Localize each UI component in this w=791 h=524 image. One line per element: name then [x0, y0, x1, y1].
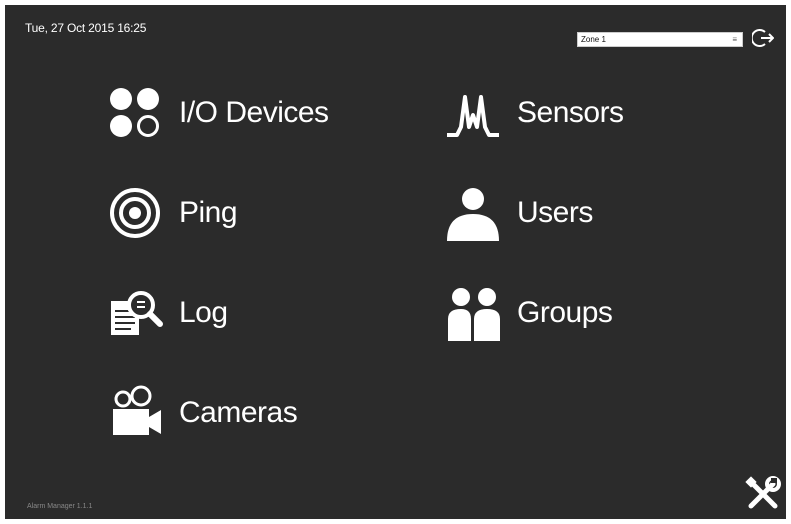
waveform-icon — [443, 83, 503, 143]
datetime-display: Tue, 27 Oct 2015 16:25 — [25, 21, 147, 35]
menu-item-cameras[interactable]: Cameras — [105, 383, 298, 443]
menu-item-ping[interactable]: Ping — [105, 183, 238, 243]
chevron-down-icon: ≡ — [732, 35, 737, 44]
camera-icon — [105, 383, 165, 443]
menu-label-ping: Ping — [179, 196, 238, 229]
menu-item-io-devices[interactable]: I/O Devices — [105, 83, 329, 143]
menu-label-groups: Groups — [517, 296, 613, 329]
menu-item-sensors[interactable]: Sensors — [443, 83, 624, 143]
menu-label-cameras: Cameras — [179, 396, 298, 429]
menu-item-log[interactable]: Log — [105, 283, 228, 343]
log-search-icon — [105, 283, 165, 343]
menu-item-users[interactable]: Users — [443, 183, 593, 243]
zone-select[interactable]: Zone 1 ≡ — [577, 32, 743, 47]
logout-icon — [750, 29, 775, 47]
tools-icon — [745, 476, 781, 509]
group-icon — [443, 283, 503, 343]
zone-select-value: Zone 1 — [581, 35, 606, 44]
user-icon — [443, 183, 503, 243]
logout-button[interactable] — [750, 27, 775, 49]
target-icon — [105, 183, 165, 243]
menu-label-log: Log — [179, 296, 228, 329]
menu-label-users: Users — [517, 196, 593, 229]
menu-label-io-devices: I/O Devices — [179, 96, 329, 129]
io-devices-icon — [105, 83, 165, 143]
settings-button[interactable] — [745, 476, 781, 512]
menu-item-groups[interactable]: Groups — [443, 283, 613, 343]
main-screen: Tue, 27 Oct 2015 16:25 Zone 1 ≡ I/O Devi… — [5, 5, 786, 519]
menu-label-sensors: Sensors — [517, 96, 624, 129]
version-label: Alarm Manager 1.1.1 — [27, 503, 93, 510]
